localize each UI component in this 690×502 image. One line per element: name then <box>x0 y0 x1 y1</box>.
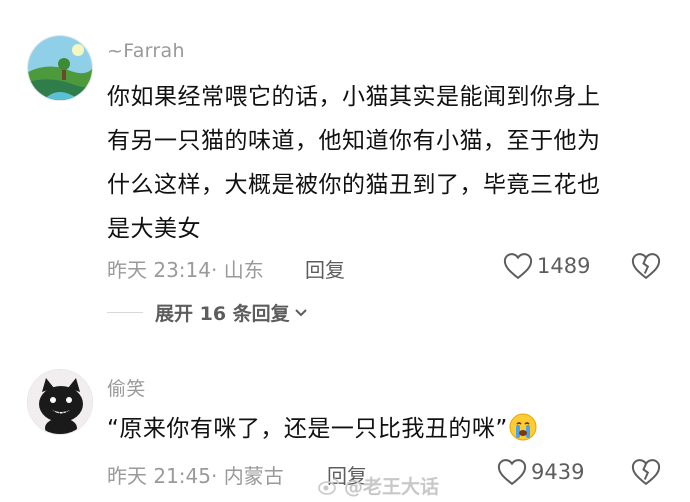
crying-face-emoji-icon <box>508 412 538 457</box>
broken-heart-icon <box>631 253 661 280</box>
dislike-button[interactable] <box>631 458 661 490</box>
heart-icon <box>497 459 527 486</box>
user-avatar[interactable] <box>27 369 93 435</box>
reply-button[interactable]: 回复 <box>305 254 345 283</box>
comment-timestamp-location: 昨天 23:14· 山东 <box>107 258 264 282</box>
comment-line: 有另一只猫的味道，他知道你有小猫，至于他为 <box>107 128 601 154</box>
comment-timestamp-location: 昨天 21:45· 内蒙古 <box>107 464 284 488</box>
divider-line <box>107 312 143 313</box>
like-button[interactable]: 1489 <box>503 252 590 280</box>
like-count: 9439 <box>531 460 585 484</box>
black-cat-avatar-icon <box>28 370 92 434</box>
comment-line: 是大美女 <box>107 216 201 242</box>
comment-username[interactable]: 偷笑 <box>107 374 146 401</box>
watermark: @老王大话 <box>318 472 439 499</box>
comment-username[interactable]: ~Farrah <box>107 40 185 62</box>
like-count: 1489 <box>537 254 591 278</box>
user-avatar[interactable] <box>27 35 93 101</box>
expand-replies-button[interactable]: 展开 16 条回复 <box>107 299 308 326</box>
broken-heart-icon <box>631 459 661 486</box>
comment-text: “原来你有咪了，还是一只比我丑的咪” <box>107 407 667 457</box>
expand-replies-label: 展开 16 条回复 <box>155 303 290 325</box>
comment-text: 你如果经常喂它的话，小猫其实是能闻到你身上 有另一只猫的味道，他知道你有小猫，至… <box>107 75 667 251</box>
comment-line: 什么这样，大概是被你的猫丑到了，毕竟三花也 <box>107 172 601 198</box>
heart-icon <box>503 253 533 280</box>
comment-line: 你如果经常喂它的话，小猫其实是能闻到你身上 <box>107 84 601 110</box>
chevron-down-icon <box>294 308 307 316</box>
weibo-logo-icon <box>318 477 339 495</box>
comment-line: “原来你有咪了，还是一只比我丑的咪” <box>107 416 508 442</box>
watermark-text: @老王大话 <box>344 476 440 498</box>
like-button[interactable]: 9439 <box>497 458 584 486</box>
landscape-avatar-icon <box>28 36 92 100</box>
dislike-button[interactable] <box>631 252 661 284</box>
